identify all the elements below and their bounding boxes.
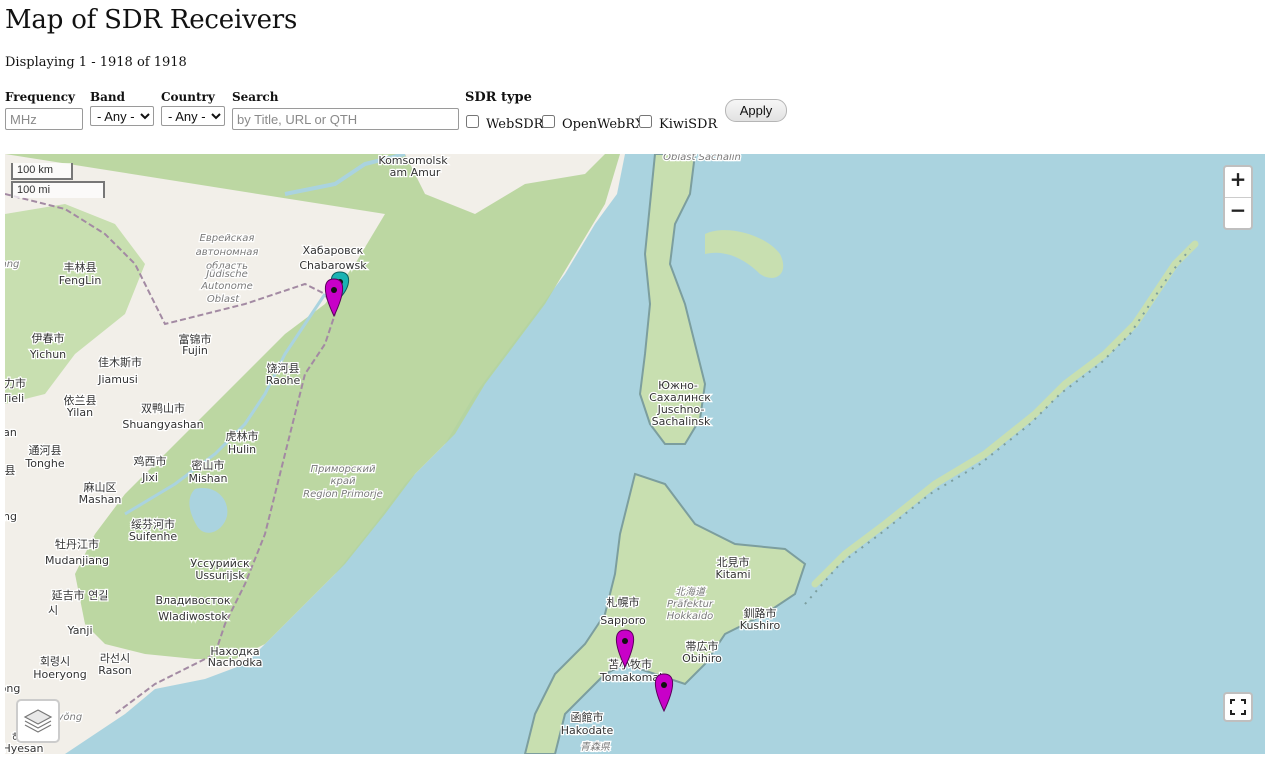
page-title: Map of SDR Receivers [5, 5, 298, 35]
sdr-type-label: SDR type [465, 90, 532, 105]
zoom-control: + − [1223, 165, 1253, 230]
scale-mi: 100 mi [11, 181, 105, 198]
zoom-out-button[interactable]: − [1225, 198, 1251, 228]
websdr-checkbox[interactable] [466, 115, 479, 128]
kiwisdr-label: KiwiSDR [659, 117, 718, 132]
scale-km: 100 km [11, 163, 73, 180]
band-label: Band [90, 90, 126, 104]
frequency-input[interactable] [5, 108, 83, 130]
kiwisdr-checkbox[interactable] [639, 115, 652, 128]
openwebrx-checkbox[interactable] [542, 115, 555, 128]
frequency-label: Frequency [5, 90, 76, 104]
layers-button[interactable] [16, 699, 60, 743]
receiver-marker-websdr[interactable] [324, 278, 344, 318]
websdr-label: WebSDR [486, 117, 544, 132]
fullscreen-button[interactable] [1223, 692, 1253, 722]
search-label: Search [232, 90, 279, 104]
country-label: Country [161, 90, 215, 104]
zoom-in-button[interactable]: + [1225, 167, 1251, 198]
openwebrx-label: OpenWebRX [562, 117, 645, 132]
results-count: Displaying 1 - 1918 of 1918 [5, 55, 187, 70]
receiver-marker-websdr[interactable] [654, 673, 674, 713]
markers-layer [324, 271, 674, 713]
layers-icon [23, 709, 53, 733]
country-select[interactable]: - Any - [161, 106, 225, 126]
fullscreen-icon [1230, 699, 1246, 715]
apply-button[interactable]: Apply [725, 99, 787, 122]
receiver-marker-websdr[interactable] [615, 629, 635, 669]
band-select[interactable]: - Any - [90, 106, 154, 126]
map-scale: 100 km 100 mi [11, 163, 105, 198]
receiver-map[interactable]: Komsomolsk am Amur Oblast Sachalin Хабаровс… [5, 154, 1265, 754]
search-input[interactable] [232, 108, 459, 130]
